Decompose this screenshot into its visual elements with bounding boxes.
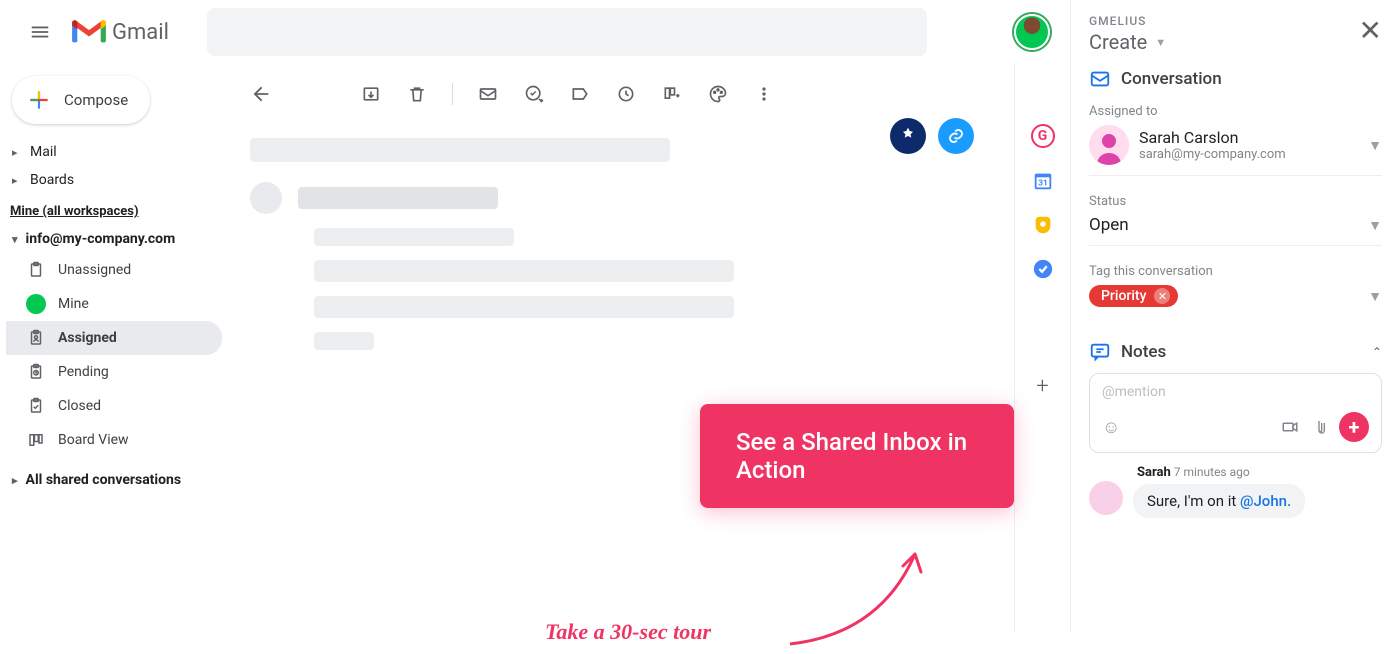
clipboard-check-icon: [26, 396, 46, 416]
app-name: Gmail: [112, 20, 169, 45]
add-addon-icon[interactable]: +: [1036, 374, 1048, 399]
sidebar-item-unassigned[interactable]: Unassigned: [6, 253, 222, 287]
sidebar-item-pending[interactable]: Pending: [6, 355, 222, 389]
mail-icon: [1089, 68, 1111, 90]
content-area: See a Shared Inbox in Action Take a 30-s…: [230, 64, 1014, 632]
board-icon: [26, 430, 46, 450]
panel-brand: GMELIUS: [1089, 14, 1166, 28]
assignee-name: Sarah Carslon: [1139, 128, 1286, 147]
note-meta: Sarah 7 minutes ago: [1137, 465, 1382, 480]
topbar: Gmail: [0, 0, 1070, 64]
panel-section-conversation: Conversation: [1089, 68, 1382, 90]
clipboard-clock-icon: [26, 362, 46, 382]
link-badge[interactable]: [938, 118, 974, 154]
label-icon[interactable]: [569, 83, 591, 105]
tag-chip[interactable]: Priority ✕: [1089, 285, 1178, 307]
notes-section-header[interactable]: Notes ⌃: [1089, 341, 1382, 363]
compose-button[interactable]: Compose: [12, 76, 150, 124]
snooze-icon[interactable]: [615, 83, 637, 105]
add-note-button[interactable]: +: [1339, 412, 1369, 442]
sidebar-item-assigned[interactable]: Assigned: [6, 321, 222, 355]
assignee-field[interactable]: Sarah Carslon sarah@my-company.com ▼: [1089, 125, 1382, 176]
sidebar: Compose Mail Boards Mine (all workspaces…: [0, 64, 230, 632]
task-add-icon[interactable]: [523, 83, 545, 105]
tag-label: Tag this conversation: [1089, 264, 1382, 279]
note-bubble: Sure, I'm on it @John.: [1133, 484, 1305, 518]
thread-toolbar: [230, 70, 1014, 118]
clipboard-user-icon: [26, 328, 46, 348]
integration-badge-1[interactable]: [890, 118, 926, 154]
sidebar-section-mine: Mine (all workspaces): [10, 204, 222, 219]
back-icon[interactable]: [250, 83, 272, 105]
assignee-email: sarah@my-company.com: [1139, 147, 1286, 162]
thread-skeleton: [230, 118, 1014, 350]
delete-icon[interactable]: [406, 83, 428, 105]
sidebar-item-board[interactable]: Board View: [6, 423, 222, 457]
calendar-addon-icon[interactable]: 31: [1032, 170, 1054, 192]
notes-composer: @mention ☺ +: [1089, 373, 1382, 453]
status-label: Status: [1089, 194, 1382, 209]
attach-icon[interactable]: [1311, 418, 1327, 436]
archive-icon[interactable]: [360, 83, 382, 105]
account-avatar[interactable]: [1014, 14, 1050, 50]
cta-button[interactable]: See a Shared Inbox in Action: [700, 404, 1014, 508]
sidebar-item-mine[interactable]: Mine: [6, 287, 222, 321]
close-icon[interactable]: ✕: [1359, 14, 1382, 47]
notes-input[interactable]: @mention: [1102, 384, 1369, 400]
avatar-icon: [26, 294, 46, 314]
note-author-avatar: [1089, 481, 1123, 515]
gmail-logo: Gmail: [72, 19, 169, 45]
board-add-icon[interactable]: [661, 83, 683, 105]
remove-tag-icon[interactable]: ✕: [1154, 288, 1170, 304]
status-field[interactable]: Open ▼: [1089, 215, 1382, 246]
notes-icon: [1089, 341, 1111, 363]
sidebar-nav-boards[interactable]: Boards: [6, 166, 222, 194]
keep-addon-icon[interactable]: [1032, 214, 1054, 236]
clipboard-icon: [26, 260, 46, 280]
menu-icon[interactable]: [16, 8, 64, 56]
video-icon[interactable]: [1281, 418, 1299, 436]
panel-create-dropdown[interactable]: Create ▼: [1089, 30, 1166, 54]
tag-field[interactable]: Priority ✕ ▼: [1089, 285, 1382, 317]
assignee-avatar: [1089, 125, 1129, 165]
svg-text:31: 31: [1038, 179, 1047, 189]
palette-icon[interactable]: [707, 83, 729, 105]
chevron-down-icon: ▼: [1368, 137, 1382, 154]
tasks-addon-icon[interactable]: [1032, 258, 1054, 280]
gmelius-addon-icon[interactable]: G: [1031, 124, 1055, 148]
assigned-to-label: Assigned to: [1089, 104, 1382, 119]
chevron-down-icon: ▼: [1368, 288, 1382, 305]
addon-rail: G 31 +: [1014, 64, 1070, 632]
more-icon[interactable]: [753, 83, 775, 105]
emoji-icon[interactable]: ☺: [1102, 417, 1120, 438]
sidebar-workspace[interactable]: ▾ info@my-company.com: [6, 225, 222, 253]
gmelius-panel: GMELIUS Create ▼ ✕ Conversation Assigned…: [1070, 0, 1400, 632]
search-input[interactable]: [207, 8, 927, 56]
chevron-down-icon: ▼: [1155, 36, 1166, 49]
chevron-down-icon: ▼: [1368, 217, 1382, 234]
note-entry: Sarah 7 minutes ago Sure, I'm on it @Joh…: [1089, 465, 1382, 518]
sidebar-nav-mail[interactable]: Mail: [6, 138, 222, 166]
plus-icon: [26, 87, 52, 113]
chevron-up-icon: ⌃: [1372, 345, 1382, 359]
sidebar-item-closed[interactable]: Closed: [6, 389, 222, 423]
tour-text: Take a 30-sec tour: [545, 619, 711, 645]
compose-label: Compose: [64, 91, 128, 109]
unread-icon[interactable]: [477, 83, 499, 105]
arrow-curve: [770, 524, 950, 654]
sidebar-all-shared[interactable]: ▸ All shared conversations: [6, 465, 222, 495]
